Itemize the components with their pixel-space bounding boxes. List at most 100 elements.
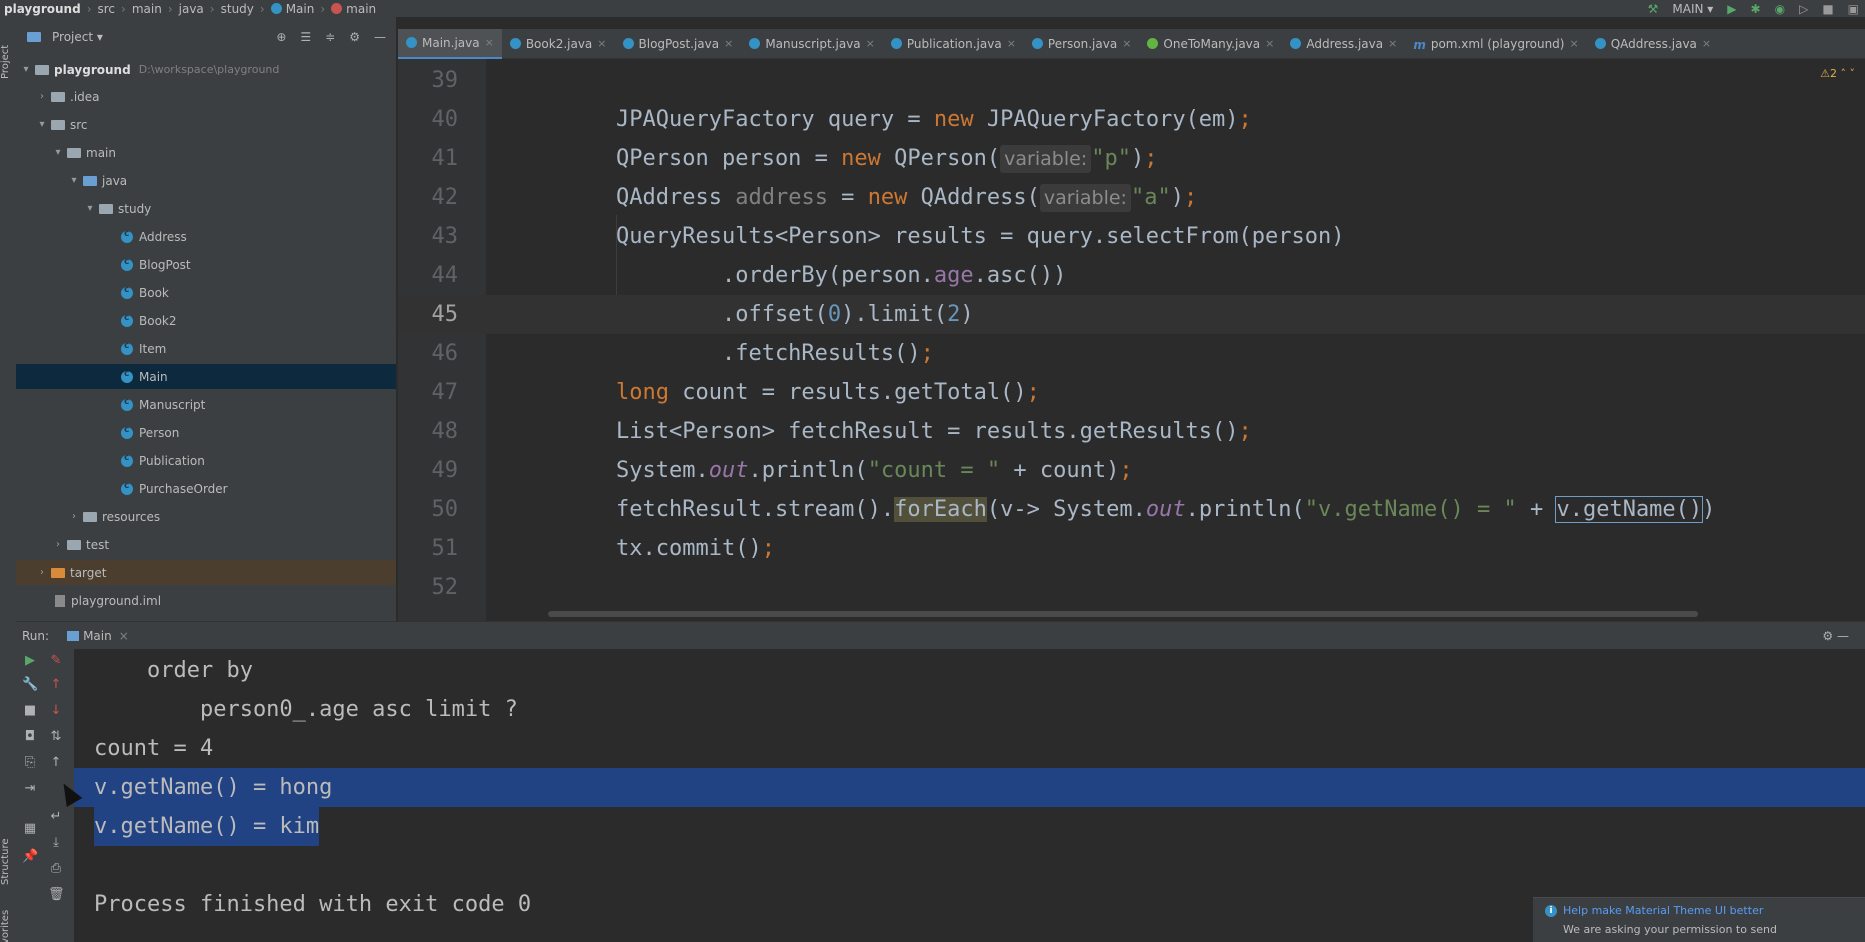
pin-icon[interactable]: 📌 <box>22 849 38 865</box>
tab-main-java[interactable]: Main.java × <box>398 28 502 59</box>
previous-icon[interactable]: ↑ <box>48 755 64 771</box>
run-tab-main[interactable]: Main × <box>67 629 129 643</box>
project-structure-icon[interactable]: ▣ <box>1848 2 1859 16</box>
tree-item-selected[interactable]: Main <box>16 364 396 389</box>
breadcrumb-item[interactable]: playground <box>0 2 85 16</box>
tree-item[interactable]: ▾ study <box>16 196 396 221</box>
close-icon[interactable]: × <box>1007 37 1016 50</box>
run-tab-label: Main <box>83 628 112 643</box>
tab-blogpost-java[interactable]: BlogPost.java × <box>615 29 742 59</box>
code-editor[interactable]: ⚠2 ˄ ˅ 39 40 JPAQueryFactory query = new … <box>398 59 1865 621</box>
tree-item[interactable]: PurchaseOrder <box>16 476 396 501</box>
notification-title[interactable]: Help make Material Theme UI better <box>1563 904 1763 917</box>
tab-pom-xml[interactable]: m pom.xml (playground) × <box>1405 29 1586 59</box>
hide-icon[interactable]: — <box>374 30 386 44</box>
tab-publication-java[interactable]: Publication.java × <box>883 29 1024 59</box>
tree-item[interactable]: Manuscript <box>16 392 396 417</box>
tree-item-label: Main <box>139 369 168 384</box>
tab-book2-java[interactable]: Book2.java × <box>502 29 615 59</box>
stop-icon[interactable]: ■ <box>22 703 38 719</box>
settings-gear-icon[interactable]: ⚙ — <box>1822 629 1849 643</box>
close-icon[interactable]: × <box>1265 37 1274 50</box>
settings-gear-icon[interactable]: ⚙ <box>349 30 360 44</box>
stop-icon[interactable]: ■ <box>1822 2 1833 16</box>
structure-tool-tab[interactable]: Structure <box>0 827 16 897</box>
tree-item-playground[interactable]: ▾ playground D:\workspace\playground <box>16 57 396 82</box>
tree-item[interactable]: Book <box>16 280 396 305</box>
tab-person-java[interactable]: Person.java × <box>1024 29 1140 59</box>
clear-icon[interactable]: ✎ <box>48 653 64 669</box>
tree-item[interactable]: Publication <box>16 448 396 473</box>
profile-icon[interactable]: ▷ <box>1799 2 1808 16</box>
breadcrumb-item[interactable]: study <box>217 2 258 16</box>
close-icon[interactable]: × <box>1569 37 1578 50</box>
camera-icon[interactable]: ◘ <box>22 729 38 745</box>
tree-item[interactable]: playground.iml <box>16 588 396 613</box>
tree-item[interactable]: › test <box>16 532 396 557</box>
soft-wrap-icon[interactable]: ↵ <box>48 809 64 825</box>
close-icon[interactable]: × <box>724 37 733 50</box>
tab-onetomany-java[interactable]: OneToMany.java × <box>1139 29 1282 59</box>
code-text: JPAQueryFactory query = new JPAQueryFact… <box>616 107 1252 132</box>
up-arrow-icon[interactable]: ↑ <box>48 677 64 693</box>
breadcrumb-item[interactable]: src <box>94 2 120 16</box>
restore-layout-icon[interactable]: ⎘ <box>22 755 38 771</box>
close-icon[interactable]: × <box>119 629 129 643</box>
class-icon <box>1031 38 1043 49</box>
breadcrumb-item[interactable]: Main <box>267 2 319 16</box>
print-icon[interactable]: ⎙ <box>48 861 64 877</box>
tree-item[interactable]: Item <box>16 336 396 361</box>
wrench-icon[interactable]: 🔧 <box>22 677 38 693</box>
code-text: QueryResults<Person> results = query.sel… <box>616 224 1345 249</box>
collapse-all-icon[interactable]: ≑ <box>325 30 335 44</box>
tree-item[interactable]: ▾ src <box>16 112 396 137</box>
breadcrumb-label: main <box>346 1 377 16</box>
tree-item[interactable]: › target <box>16 560 396 585</box>
coverage-icon[interactable]: ◉ <box>1775 2 1785 16</box>
console-line: order by <box>74 651 1865 690</box>
debug-icon[interactable]: ✱ <box>1751 2 1761 16</box>
locate-icon[interactable]: ⊕ <box>276 30 286 44</box>
tree-item[interactable]: Book2 <box>16 308 396 333</box>
tree-item[interactable]: ▾ java <box>16 168 396 193</box>
parameter-hint: variable: <box>1000 145 1092 173</box>
tree-item-label: Manuscript <box>139 397 206 412</box>
tree-item[interactable]: › resources <box>16 504 396 529</box>
close-icon[interactable]: × <box>866 37 875 50</box>
tree-item[interactable]: BlogPost <box>16 252 396 277</box>
layout-icon[interactable]: ▦ <box>22 821 38 837</box>
tree-item[interactable]: › .idea <box>16 84 396 109</box>
run-icon[interactable]: ▶ <box>1727 2 1736 16</box>
tab-manuscript-java[interactable]: Manuscript.java × <box>741 29 883 59</box>
breadcrumb-item[interactable]: main <box>128 2 166 16</box>
horizontal-scrollbar[interactable] <box>548 611 1698 617</box>
close-icon[interactable]: × <box>1702 37 1711 50</box>
tree-item[interactable]: Person <box>16 420 396 445</box>
tree-item[interactable]: ▾ main <box>16 140 396 165</box>
favorites-tool-tab[interactable]: Favorites <box>0 907 16 942</box>
close-icon[interactable]: × <box>485 36 494 49</box>
run-config-select[interactable]: MAIN ▾ <box>1672 2 1713 16</box>
code-line: 46 .fetchResults(); <box>398 334 1865 373</box>
breadcrumb-item[interactable]: main <box>327 2 380 16</box>
breadcrumb-item[interactable]: java <box>175 2 208 16</box>
sort-icon[interactable]: ⇅ <box>48 729 64 745</box>
close-icon[interactable]: × <box>1122 37 1131 50</box>
trash-icon[interactable]: 🗑 <box>48 887 65 903</box>
tab-qaddress-java[interactable]: QAddress.java × <box>1587 29 1719 59</box>
tab-label: pom.xml (playground) <box>1430 36 1565 51</box>
notification-balloon[interactable]: i Help make Material Theme UI better We a… <box>1533 897 1865 942</box>
close-icon[interactable]: × <box>1388 37 1397 50</box>
project-view-select[interactable]: Project ▾ <box>52 30 103 44</box>
close-icon[interactable]: × <box>597 37 606 50</box>
login-icon[interactable]: ⇥ <box>22 781 38 797</box>
build-hammer-icon[interactable]: ⚒ <box>1648 2 1659 16</box>
console-line: count = 4 <box>74 729 1865 768</box>
rerun-icon[interactable]: ▶ <box>22 653 38 669</box>
scroll-to-end-icon[interactable]: ⤓ <box>48 835 64 851</box>
down-arrow-icon[interactable]: ↓ <box>48 703 64 719</box>
tab-address-java[interactable]: Address.java × <box>1282 29 1405 59</box>
project-tool-tab[interactable]: Project <box>0 37 16 87</box>
tree-item[interactable]: Address <box>16 224 396 249</box>
expand-all-icon[interactable]: ☰ <box>300 30 311 44</box>
